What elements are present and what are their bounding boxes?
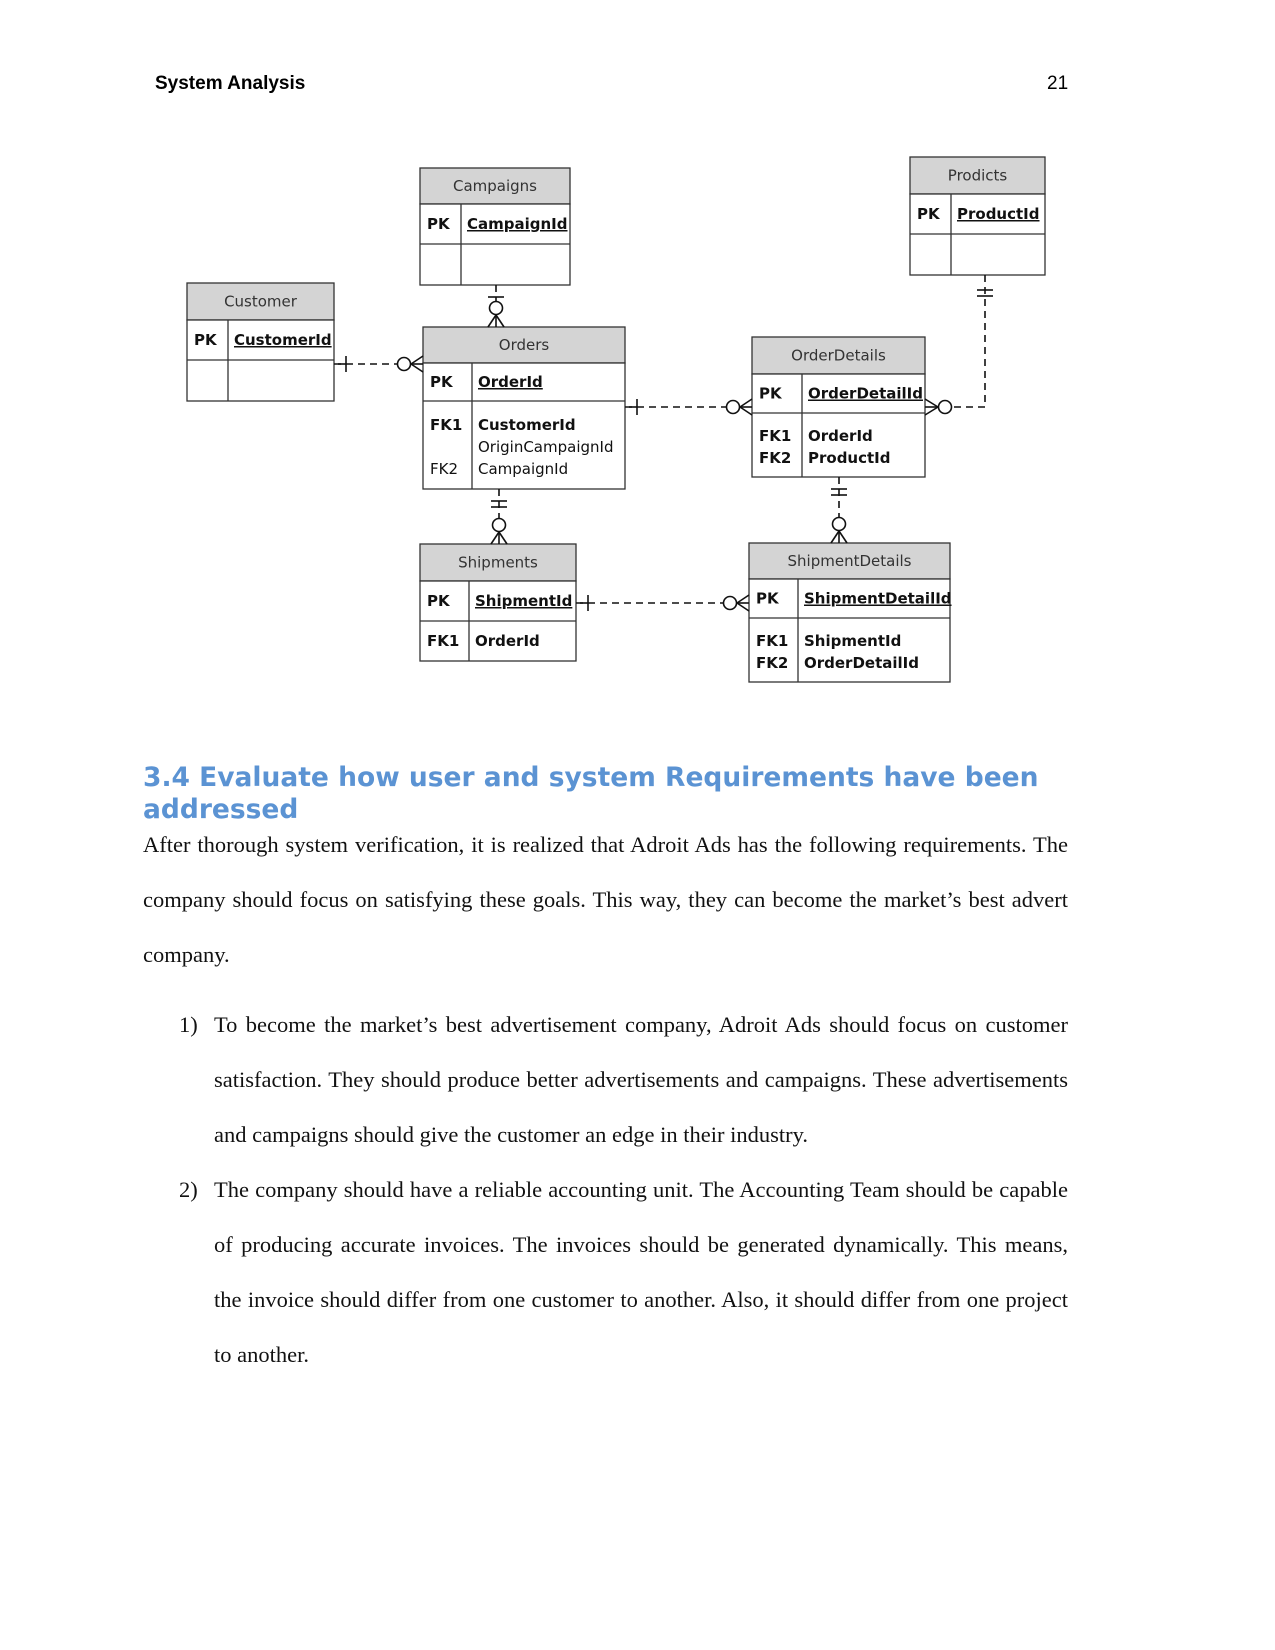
pk-label: PK (430, 373, 454, 391)
crow-foot (736, 594, 750, 604)
fk-label: FK2 (756, 654, 788, 672)
er-diagram: Campaigns PK CampaignId Prodicts PK ProductId… (186, 156, 1046, 683)
crow-foot (924, 398, 939, 408)
crow-foot (739, 406, 753, 416)
pk-label: PK (756, 590, 780, 608)
intro-paragraph: After thorough system verification, it i… (143, 832, 1068, 967)
requirements-list: 1) To become the market’s best advertisem… (143, 997, 1068, 1382)
pk-label: PK (759, 385, 783, 403)
fk-field: OriginCampaignId (478, 438, 613, 456)
entity-campaigns: Campaigns PK CampaignId (419, 167, 571, 286)
pk-label: PK (427, 592, 451, 610)
pk-label: PK (194, 331, 218, 349)
entity-title: Campaigns (453, 177, 537, 195)
list-number: 2) (179, 1177, 198, 1202)
zero-symbol (831, 516, 847, 532)
crow-foot (495, 314, 505, 328)
entity-prodicts: Prodicts PK ProductId (909, 156, 1046, 276)
crow-foot (739, 398, 753, 408)
zero-symbol (396, 356, 412, 372)
crow-foot (487, 314, 497, 328)
entity-shipments: Shipments PK ShipmentId FK1 OrderId (419, 543, 577, 662)
entity-shipmentdetails: ShipmentDetails PK ShipmentDetailId FK1 Ship… (748, 542, 952, 683)
zero-symbol (725, 399, 741, 415)
fk-label: FK1 (427, 632, 459, 650)
list-text: The company should have a reliable accou… (214, 1177, 1068, 1367)
pk-field: ShipmentDetailId (804, 590, 952, 608)
list-item: 1) To become the market’s best advertisem… (143, 997, 1068, 1162)
zero-symbol (722, 595, 738, 611)
entity-title: Prodicts (948, 167, 1008, 185)
zero-symbol (488, 300, 504, 316)
list-item: 2) The company should have a reliable acc… (143, 1162, 1068, 1382)
entity-title: Orders (499, 336, 550, 354)
list-number: 1) (179, 1012, 198, 1037)
crow-foot (736, 602, 750, 612)
fk-label: FK1 (430, 416, 462, 434)
list-text: To become the market’s best advertisemen… (214, 1012, 1068, 1147)
fk-label: FK2 (430, 460, 458, 478)
zero-symbol (491, 517, 507, 533)
fk-label: FK1 (759, 427, 791, 445)
pk-field: ShipmentId (475, 592, 572, 610)
crow-foot (838, 530, 848, 544)
fk-field: CampaignId (478, 460, 568, 478)
entity-title: ShipmentDetails (788, 552, 912, 570)
crow-foot (490, 531, 500, 545)
pk-field: ProductId (957, 205, 1040, 223)
pk-label: PK (427, 215, 451, 233)
fk-field: ProductId (808, 449, 891, 467)
entity-orderdetails: OrderDetails PK OrderDetailId FK1 OrderId FK2… (751, 336, 926, 478)
entity-title: OrderDetails (791, 347, 886, 365)
entity-title: Shipments (458, 554, 538, 572)
fk-field: OrderId (808, 427, 873, 445)
pk-field: CampaignId (467, 215, 568, 233)
fk-label: FK1 (756, 632, 788, 650)
fk-field: ShipmentId (804, 632, 901, 650)
pk-field: CustomerId (234, 331, 332, 349)
fk-field: OrderId (475, 632, 540, 650)
pk-field: OrderId (478, 373, 543, 391)
pk-field: OrderDetailId (808, 385, 923, 403)
fk-field: CustomerId (478, 416, 576, 434)
fk-field: OrderDetailId (804, 654, 919, 672)
fk-label: FK2 (759, 449, 791, 467)
pk-label: PK (917, 205, 941, 223)
crow-foot (410, 355, 424, 365)
entity-orders: Orders PK OrderId FK1 CustomerId OriginCampai… (422, 326, 626, 490)
entity-title: Customer (224, 293, 298, 311)
crow-foot (498, 531, 508, 545)
entity-customer: Customer PK CustomerId (186, 282, 335, 402)
crow-foot (924, 406, 939, 416)
zero-symbol (937, 399, 953, 415)
crow-foot (830, 530, 840, 544)
crow-foot (410, 363, 424, 373)
